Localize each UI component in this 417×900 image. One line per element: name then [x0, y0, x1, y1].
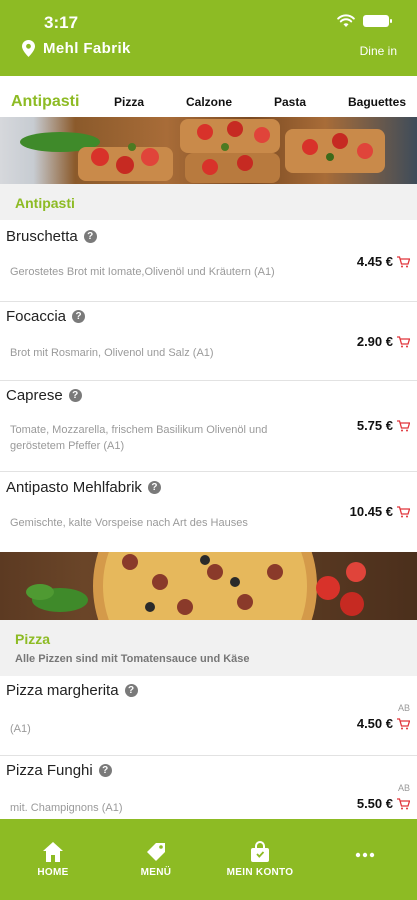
- item-price[interactable]: 2.90 €: [357, 334, 410, 349]
- nav-more[interactable]: [350, 819, 380, 900]
- info-icon[interactable]: ?: [83, 230, 97, 243]
- price-prefix: AB: [397, 783, 410, 793]
- restaurant-name: Mehl Fabrik: [43, 40, 131, 57]
- status-icons: [337, 14, 392, 28]
- cart-icon: [397, 255, 410, 267]
- item-name: Bruschetta ?: [6, 228, 97, 245]
- item-name: Pizza margherita ?: [6, 682, 138, 699]
- item-description: Tomate, Mozzarella, frischem Basilikum O…: [10, 424, 268, 452]
- section-subtitle: Alle Pizzen sind mit Tomatensauce und Kä…: [15, 653, 250, 665]
- tab-antipasti[interactable]: Antipasti: [11, 93, 79, 111]
- item-name: Focaccia ?: [6, 308, 86, 325]
- antipasti-banner-image: [0, 117, 417, 184]
- tab-pizza[interactable]: Pizza: [114, 95, 144, 109]
- dine-in-toggle[interactable]: Dine in: [360, 44, 397, 58]
- location-pin-icon: [22, 40, 35, 57]
- item-price[interactable]: 5.75 €: [357, 418, 410, 433]
- app-header: 3:17 Mehl Fabrik Dine in: [0, 0, 417, 76]
- battery-icon: [363, 15, 392, 27]
- cart-icon: [397, 419, 410, 431]
- item-description: Gemischte, kalte Vorspeise nach Art des …: [10, 517, 248, 529]
- cart-icon: [397, 335, 410, 347]
- menu-item[interactable]: Pizza margherita ? (A1) AB 4.50 €: [0, 676, 417, 756]
- info-icon[interactable]: ?: [72, 310, 86, 323]
- item-price[interactable]: 4.50 €: [357, 716, 410, 731]
- item-description: mit. Champignons (A1): [10, 802, 123, 814]
- nav-home[interactable]: HOME: [33, 819, 73, 900]
- item-description: Brot mit Rosmarin, Olivenol und Salz (A1…: [10, 347, 214, 359]
- item-name: Pizza Funghi ?: [6, 762, 112, 779]
- info-icon[interactable]: ?: [68, 389, 82, 402]
- restaurant-selector[interactable]: Mehl Fabrik: [22, 40, 131, 57]
- more-icon: [355, 852, 375, 858]
- item-name: Antipasto Mehlfabrik ?: [6, 479, 161, 496]
- item-description: (A1): [10, 723, 31, 735]
- section-header-antipasti: Antipasti: [0, 184, 417, 220]
- menu-item[interactable]: Bruschetta ? Gerostetes Brot mit Iomate,…: [0, 220, 417, 302]
- nav-label: MEIN KONTO: [226, 867, 294, 878]
- price-prefix: AB: [397, 703, 410, 713]
- info-icon[interactable]: ?: [147, 481, 161, 494]
- info-icon[interactable]: ?: [124, 684, 138, 697]
- section-title: Antipasti: [15, 195, 75, 211]
- section-title: Pizza: [15, 631, 51, 647]
- nav-menu[interactable]: MENÜ: [136, 819, 176, 900]
- tag-icon: [147, 843, 165, 861]
- bottom-navigation: HOME MENÜ MEIN KONTO: [0, 819, 417, 900]
- item-name: Caprese ?: [6, 387, 82, 404]
- cart-icon: [397, 717, 410, 729]
- item-description: Gerostetes Brot mit Iomate,Olivenöl und …: [10, 266, 275, 278]
- item-price[interactable]: 5.50 €: [357, 796, 410, 811]
- home-icon: [43, 842, 63, 862]
- menu-item[interactable]: Antipasto Mehlfabrik ? Gemischte, kalte …: [0, 472, 417, 552]
- nav-label: HOME: [37, 867, 69, 878]
- menu-item[interactable]: Focaccia ? Brot mit Rosmarin, Olivenol u…: [0, 302, 417, 381]
- bag-icon: [251, 841, 269, 862]
- menu-item[interactable]: Caprese ? Tomate, Mozzarella, frischem B…: [0, 381, 417, 472]
- item-price[interactable]: 4.45 €: [357, 254, 410, 269]
- tab-baguettes[interactable]: Baguettes: [348, 95, 406, 109]
- tab-calzone[interactable]: Calzone: [186, 95, 232, 109]
- nav-label: MENÜ: [140, 867, 172, 878]
- wifi-icon: [337, 14, 355, 27]
- cart-icon: [397, 797, 410, 809]
- cart-icon: [397, 505, 410, 517]
- menu-item[interactable]: Pizza Funghi ? mit. Champignons (A1) AB …: [0, 756, 417, 819]
- status-time: 3:17: [44, 13, 79, 32]
- section-header-pizza: Pizza Alle Pizzen sind mit Tomatensauce …: [0, 620, 417, 676]
- info-icon[interactable]: ?: [98, 764, 112, 777]
- tab-pasta[interactable]: Pasta: [274, 95, 306, 109]
- pizza-banner-image: [0, 552, 417, 620]
- nav-account[interactable]: MEIN KONTO: [222, 819, 298, 900]
- category-tabs: Antipasti Pizza Calzone Pasta Baguettes: [0, 86, 417, 118]
- item-price[interactable]: 10.45 €: [350, 504, 410, 519]
